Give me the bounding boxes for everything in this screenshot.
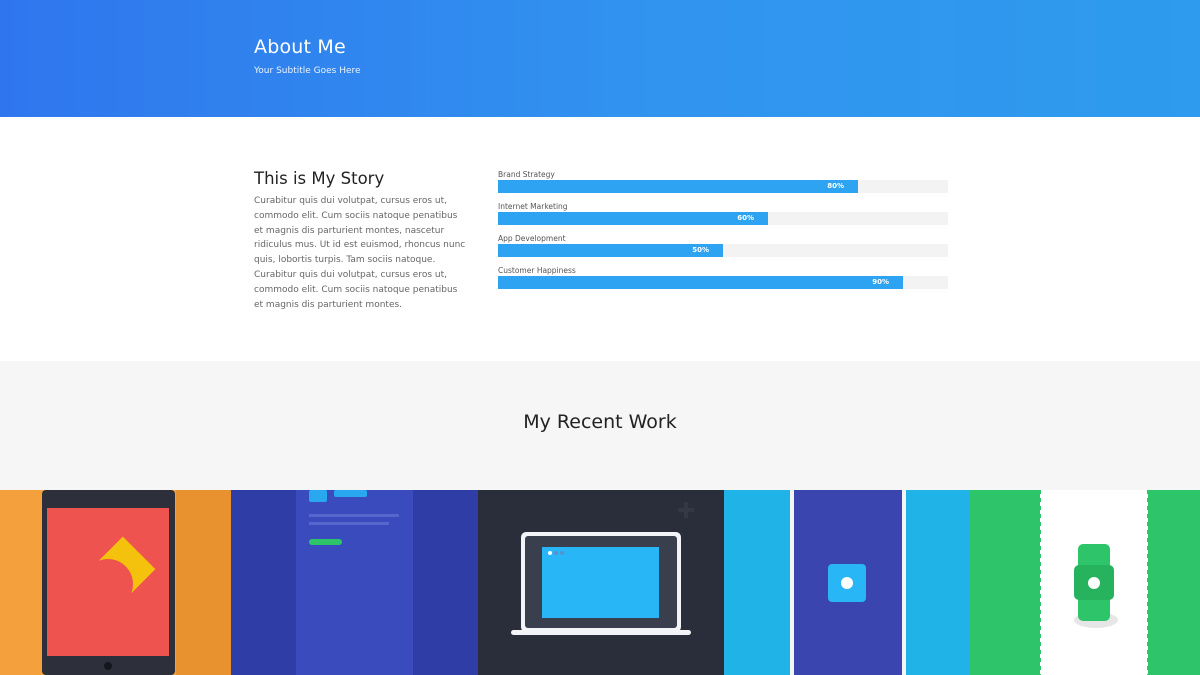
page-title: About Me: [254, 36, 346, 58]
recent-work-section: My Recent Work: [0, 361, 1200, 490]
skill-fill: 60%: [498, 212, 768, 225]
skill-bar: App Development 50%: [498, 234, 948, 266]
skill-track: 90%: [498, 276, 948, 289]
skill-track: 60%: [498, 212, 948, 225]
skill-percent: 50%: [692, 246, 709, 254]
skill-fill: 80%: [498, 180, 858, 193]
portfolio-item-smartwatch[interactable]: [970, 490, 1200, 675]
skill-label: Customer Happiness: [498, 266, 576, 275]
skill-percent: 90%: [872, 278, 889, 286]
page-header: About Me Your Subtitle Goes Here: [0, 0, 1200, 117]
skill-bar: Internet Marketing 60%: [498, 202, 948, 234]
skill-bar: Brand Strategy 80%: [498, 170, 948, 202]
story-section: This is My Story Curabitur quis dui volu…: [0, 117, 1200, 361]
portfolio-item-laptop[interactable]: [478, 490, 724, 675]
skill-percent: 60%: [737, 214, 754, 222]
skill-track: 80%: [498, 180, 948, 193]
skill-label: App Development: [498, 234, 566, 243]
skill-percent: 80%: [827, 182, 844, 190]
skill-label: Internet Marketing: [498, 202, 568, 211]
skill-track: 50%: [498, 244, 948, 257]
skill-bar: Customer Happiness 90%: [498, 266, 948, 298]
recent-work-title: My Recent Work: [523, 411, 677, 433]
laptop-icon: [478, 490, 724, 675]
portfolio-grid: [0, 490, 1200, 675]
portfolio-item-app-screens[interactable]: [724, 490, 970, 675]
skill-fill: 50%: [498, 244, 723, 257]
app-screen-icon: [724, 490, 970, 675]
smartwatch-icon: [970, 490, 1200, 675]
skill-bars: Brand Strategy 80% Internet Marketing 60…: [498, 170, 948, 298]
story-title: This is My Story: [254, 169, 385, 188]
page-subtitle: Your Subtitle Goes Here: [254, 66, 361, 76]
story-text: Curabitur quis dui volutpat, cursus eros…: [254, 196, 466, 310]
skill-label: Brand Strategy: [498, 170, 555, 179]
mobile-layout-icon: [231, 490, 478, 675]
portfolio-item-mobile-layout[interactable]: [231, 490, 478, 675]
skill-fill: 90%: [498, 276, 903, 289]
tablet-icon: [0, 490, 231, 675]
portfolio-item-tablet[interactable]: [0, 490, 231, 675]
